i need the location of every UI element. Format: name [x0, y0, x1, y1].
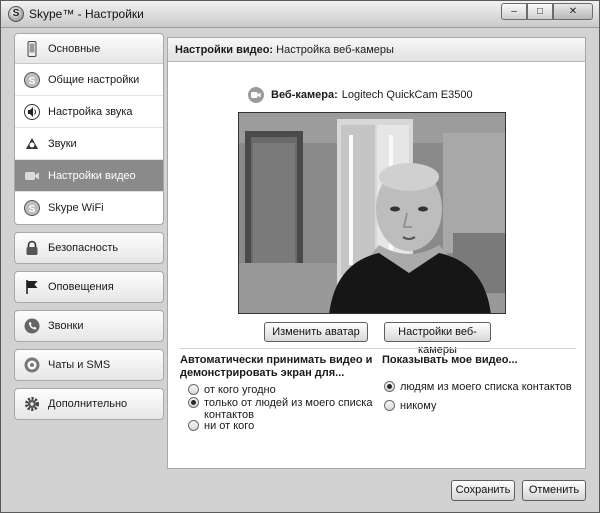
radio-button[interactable]	[188, 384, 199, 395]
nav-group-general: Основные S Общие настройки Настройка зву…	[14, 33, 164, 225]
cancel-button[interactable]: Отменить	[522, 480, 586, 501]
option-label: от кого угодно	[204, 384, 276, 396]
nav-item-label: Звуки	[48, 137, 77, 150]
skype-settings-window: S Skype™ - Настройки – □ ✕ Основные S Об…	[0, 0, 600, 513]
panel-header: Настройки видео: Настройка веб-камеры	[168, 38, 585, 62]
option-label: людям из моего списка контактов	[400, 381, 572, 393]
nav-group-header: Безопасность	[15, 233, 163, 263]
close-button[interactable]: ✕	[553, 3, 593, 20]
nav-group-general-header[interactable]: Основные	[15, 34, 163, 64]
video-settings-panel: Настройки видео: Настройка веб-камеры Ве…	[167, 37, 586, 469]
minimize-button[interactable]: –	[501, 3, 527, 20]
radio-button[interactable]	[188, 420, 199, 431]
nav-item-audio-settings[interactable]: Настройка звука	[15, 96, 163, 128]
video-camera-icon	[248, 87, 264, 103]
nav-group-calls[interactable]: Звонки	[14, 310, 164, 342]
skype-logo-icon: S	[8, 6, 24, 22]
auto-accept-contacts-option[interactable]: только от людей из моего списка контакто…	[188, 397, 372, 421]
flag-icon	[23, 278, 41, 296]
nav-group-label: Безопасность	[48, 242, 119, 254]
nav-item-general-settings[interactable]: S Общие настройки	[15, 64, 163, 96]
nav-group-header: Оповещения	[15, 272, 163, 302]
lock-icon	[23, 239, 41, 257]
change-avatar-button[interactable]: Изменить аватар	[264, 322, 368, 342]
webcam-settings-button[interactable]: Настройки веб-камеры	[384, 322, 491, 356]
nav-group-label: Звонки	[48, 320, 84, 332]
webcam-preview	[238, 112, 506, 314]
panel-header-page: Настройка веб-камеры	[273, 44, 394, 56]
nav-item-label: Общие настройки	[48, 73, 140, 86]
skype-icon: S	[23, 199, 41, 217]
nav-item-sounds[interactable]: Звуки	[15, 128, 163, 160]
save-button[interactable]: Сохранить	[451, 480, 515, 501]
divider	[180, 348, 576, 349]
nav-group-label: Дополнительно	[48, 398, 128, 410]
nav-item-label: Настройки видео	[48, 169, 136, 182]
nav-group-label: Основные	[48, 42, 101, 55]
svg-text:S: S	[29, 76, 36, 87]
radio-button[interactable]	[384, 381, 395, 392]
settings-navigation: Основные S Общие настройки Настройка зву…	[14, 33, 164, 427]
nav-group-security[interactable]: Безопасность	[14, 232, 164, 264]
nav-item-label: Настройка звука	[48, 105, 133, 118]
show-video-contacts-option[interactable]: людям из моего списка контактов	[384, 381, 572, 393]
window-title: Skype™ - Настройки	[29, 7, 144, 21]
nav-item-label: Skype WiFi	[48, 202, 104, 214]
option-label: ни от кого	[204, 420, 255, 432]
show-video-nobody-option[interactable]: никому	[384, 400, 436, 412]
nav-group-notifications[interactable]: Оповещения	[14, 271, 164, 303]
svg-text:S: S	[29, 204, 36, 215]
gear-icon	[23, 395, 41, 413]
webcam-caption: Веб-камера:	[271, 89, 338, 101]
auto-accept-anyone-option[interactable]: от кого угодно	[188, 384, 276, 396]
nav-item-video-settings[interactable]: Настройки видео	[15, 160, 163, 192]
nav-group-label: Оповещения	[48, 281, 114, 293]
title-bar[interactable]: S Skype™ - Настройки – □ ✕	[1, 1, 599, 28]
auto-accept-nobody-option[interactable]: ни от кого	[188, 420, 254, 432]
phone-device-icon	[23, 40, 41, 58]
speaker-icon	[23, 103, 41, 121]
radio-button[interactable]	[188, 397, 199, 408]
phone-icon	[23, 317, 41, 335]
auto-accept-title: Автоматически принимать видео и демонстр…	[180, 354, 372, 380]
nav-group-header: Чаты и SMS	[15, 350, 163, 380]
nav-group-header: Дополнительно	[15, 389, 163, 419]
window-controls: – □ ✕	[501, 3, 593, 21]
music-note-icon	[23, 135, 41, 153]
option-label: только от людей из моего списка контакто…	[204, 397, 372, 421]
panel-header-section: Настройки видео:	[175, 44, 274, 56]
webcam-label-row: Веб-камера: Logitech QuickCam E3500	[248, 87, 473, 103]
nav-group-advanced[interactable]: Дополнительно	[14, 388, 164, 420]
nav-group-chats[interactable]: Чаты и SMS	[14, 349, 164, 381]
maximize-button[interactable]: □	[527, 3, 553, 20]
auto-accept-title-line: демонстрировать экран для...	[180, 367, 345, 379]
nav-group-label: Чаты и SMS	[48, 359, 111, 371]
chat-icon	[23, 356, 41, 374]
option-label-line: только от людей из моего списка	[204, 397, 373, 409]
nav-group-header: Звонки	[15, 311, 163, 341]
skype-icon: S	[23, 71, 41, 89]
video-camera-icon	[23, 167, 41, 185]
option-label: никому	[400, 400, 437, 412]
auto-accept-title-line: Автоматически принимать видео и	[180, 354, 373, 366]
nav-item-skype-wifi[interactable]: S Skype WiFi	[15, 192, 163, 224]
webcam-device-name: Logitech QuickCam E3500	[341, 89, 473, 101]
show-video-title: Показывать мое видео...	[382, 354, 518, 366]
radio-button[interactable]	[384, 400, 395, 411]
